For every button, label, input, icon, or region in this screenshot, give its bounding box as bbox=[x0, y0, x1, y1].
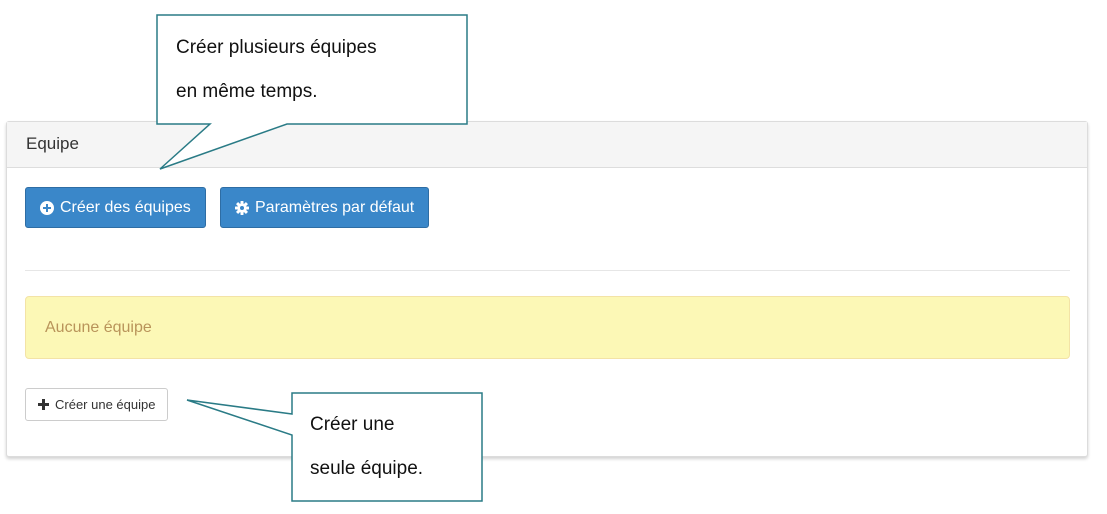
plus-icon bbox=[38, 399, 49, 410]
default-settings-button[interactable]: Paramètres par défaut bbox=[220, 187, 430, 228]
callout-top: Créer plusieurs équipes en même temps. bbox=[176, 26, 377, 114]
create-teams-label: Créer des équipes bbox=[60, 198, 191, 216]
callout-bottom: Créer une seule équipe. bbox=[310, 403, 423, 491]
plus-circle-icon bbox=[40, 200, 54, 215]
team-panel: Equipe Créer des équipes Paramètres par … bbox=[6, 121, 1088, 457]
callout-bottom-line2: seule équipe. bbox=[310, 458, 424, 479]
panel-title: Equipe bbox=[7, 122, 1087, 168]
create-one-team-button[interactable]: Créer une équipe bbox=[25, 388, 169, 421]
gear-icon bbox=[235, 200, 249, 215]
callout-top-line1: Créer plusieurs équipes bbox=[176, 37, 377, 58]
default-settings-label: Paramètres par défaut bbox=[255, 198, 415, 216]
create-teams-button[interactable]: Créer des équipes bbox=[25, 187, 206, 228]
divider bbox=[25, 270, 1070, 271]
empty-teams-alert: Aucune équipe bbox=[25, 296, 1070, 359]
callout-bottom-line1: Créer une bbox=[310, 414, 395, 435]
callout-top-line2: en même temps. bbox=[176, 81, 318, 102]
create-one-team-label: Créer une équipe bbox=[55, 397, 156, 412]
